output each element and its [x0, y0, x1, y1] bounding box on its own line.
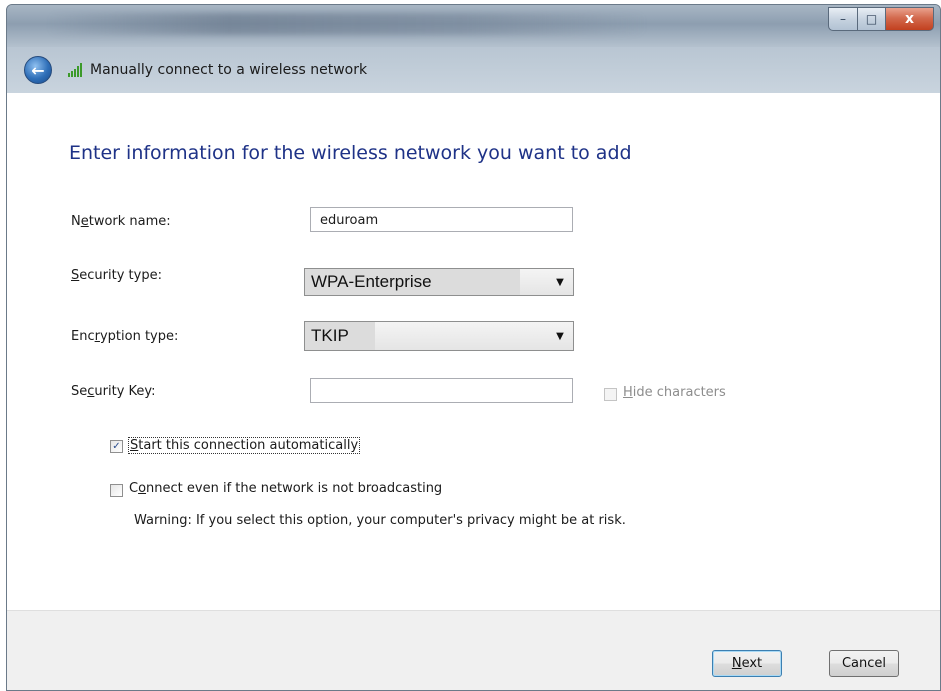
connect-not-broadcasting-label[interactable]: Connect even if the network is not broad…: [129, 481, 442, 496]
encryption-type-dropdown-fill: [375, 322, 547, 350]
minimize-button[interactable]: –: [828, 7, 858, 31]
title-bar[interactable]: – □ x: [7, 5, 940, 47]
network-name-input[interactable]: eduroam: [310, 207, 573, 232]
next-button[interactable]: Next: [712, 650, 782, 677]
page-heading: Enter information for the wireless netwo…: [69, 142, 632, 164]
title-bar-background: [47, 13, 647, 35]
start-automatically-label[interactable]: Start this connection automatically: [128, 437, 361, 454]
security-type-dropdown[interactable]: WPA-Enterprise ▼: [304, 268, 574, 296]
cancel-button[interactable]: Cancel: [829, 650, 899, 677]
security-key-input[interactable]: [310, 378, 573, 403]
encryption-type-dropdown[interactable]: TKIP ▼: [304, 321, 574, 351]
close-button[interactable]: x: [886, 7, 934, 31]
maximize-button[interactable]: □: [858, 7, 886, 31]
security-key-label: Security Key:: [71, 384, 156, 399]
security-type-dropdown-fill: [520, 269, 547, 295]
window-controls: – □ x: [828, 7, 934, 33]
encryption-type-label: Encryption type:: [71, 329, 179, 344]
button-bar: Next Cancel: [7, 610, 940, 690]
wizard-window: – □ x ← Manually connect to a wireless n…: [6, 4, 941, 691]
privacy-warning-text: Warning: If you select this option, your…: [134, 513, 626, 528]
hide-characters-checkbox[interactable]: [604, 388, 617, 401]
security-type-value: WPA-Enterprise: [305, 269, 520, 295]
start-automatically-checkbox[interactable]: ✓: [110, 440, 123, 453]
wizard-title: Manually connect to a wireless network: [90, 62, 368, 78]
connect-not-broadcasting-checkbox[interactable]: [110, 484, 123, 497]
wizard-content: Enter information for the wireless netwo…: [7, 93, 940, 610]
chevron-down-icon[interactable]: ▼: [547, 322, 573, 350]
chevron-down-icon[interactable]: ▼: [547, 269, 573, 295]
back-arrow-icon[interactable]: ←: [24, 56, 52, 84]
wireless-signal-icon: [68, 63, 82, 77]
network-name-label: Network name:: [71, 214, 171, 229]
navigation-bar: ← Manually connect to a wireless network: [7, 47, 940, 93]
hide-characters-label[interactable]: Hide characters: [623, 385, 726, 400]
encryption-type-value: TKIP: [305, 322, 375, 350]
security-type-label: Security type:: [71, 268, 162, 283]
